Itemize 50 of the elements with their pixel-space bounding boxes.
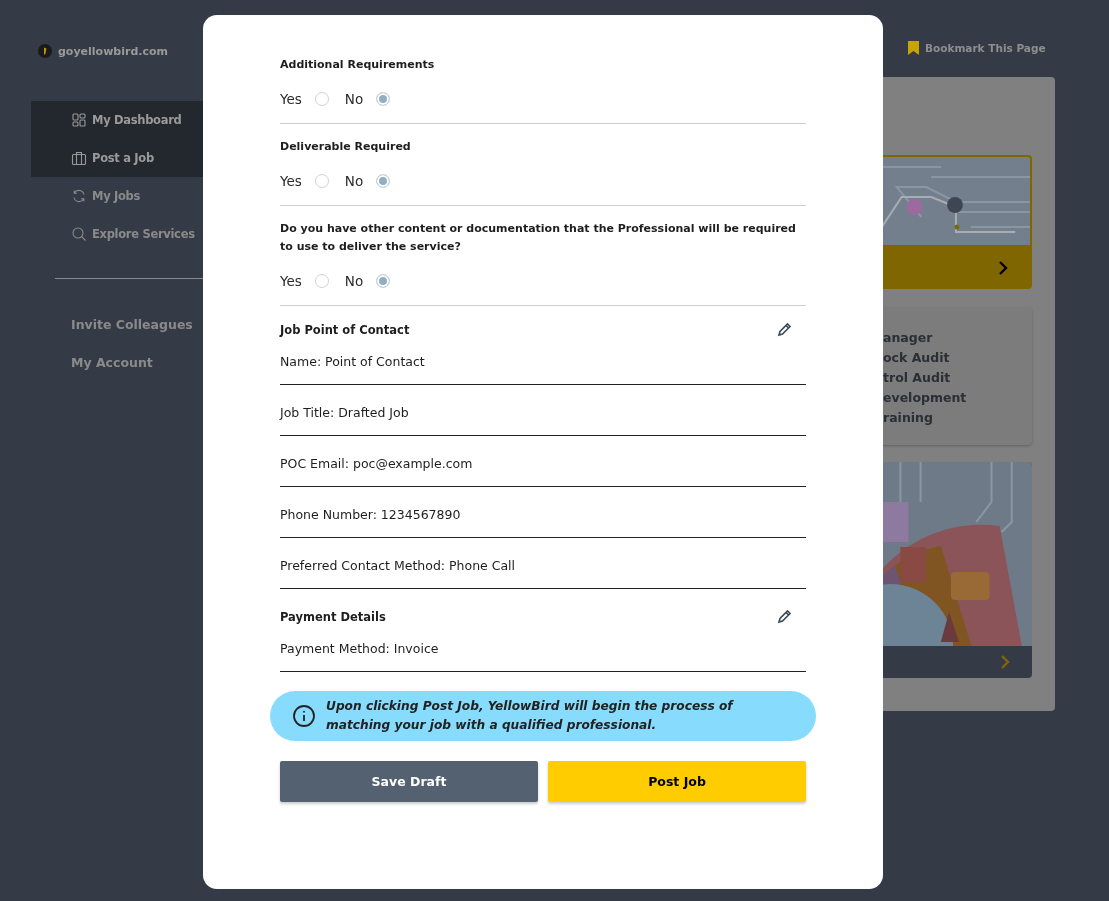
service-name: evelopment (883, 389, 968, 407)
option-label: Yes (280, 173, 302, 189)
service-name: trol Audit (883, 369, 952, 387)
sidebar-item[interactable]: Explore Services (31, 215, 203, 253)
sidebar-item[interactable]: My Jobs (31, 177, 203, 215)
save-draft-button[interactable]: Save Draft (280, 761, 538, 802)
briefcase-icon (71, 150, 87, 166)
option-label: Yes (280, 273, 302, 289)
field-value: Name: Point of Contact (280, 348, 806, 385)
field-value: Payment Method: Invoice (280, 635, 806, 672)
edit-icon[interactable] (776, 322, 792, 338)
field-value: Preferred Contact Method: Phone Call (280, 552, 806, 589)
sidebar-item[interactable]: Invite Colleagues (31, 305, 203, 343)
grid-icon (71, 112, 87, 128)
option-label: Yes (280, 91, 302, 107)
refresh-icon (71, 188, 87, 204)
radio-button[interactable] (376, 92, 391, 106)
radio-button[interactable] (314, 174, 329, 188)
sidebar-item[interactable]: My Account (31, 343, 203, 381)
info-message: Upon clicking Post Job, YellowBird will begin the process of matching your job with a qualified professional. (326, 698, 735, 734)
post-job-button[interactable]: Post Job (548, 761, 806, 802)
sidebar-item[interactable]: My Dashboard (31, 101, 203, 139)
option-label: No (344, 173, 364, 189)
option-label: No (344, 91, 364, 107)
info-icon (292, 704, 316, 728)
bookmark-link[interactable]: Bookmark This Page (925, 42, 1046, 54)
bird-logo-icon (38, 44, 52, 58)
bookmark-icon (908, 41, 919, 55)
radio-button[interactable] (376, 274, 391, 288)
field-value: POC Email: poc@example.com (280, 450, 806, 487)
radio-button[interactable] (314, 92, 329, 106)
question-label: Additional Requirements (280, 57, 436, 73)
edit-icon[interactable] (776, 609, 792, 625)
radio-button[interactable] (376, 174, 391, 188)
option-label: No (344, 273, 364, 289)
question-label: Do you have other content or documentation that the Professional will be required to use to deliver the service? (280, 221, 797, 255)
radio-button[interactable] (314, 274, 329, 288)
site-name[interactable]: goyellowbird.com (58, 44, 168, 58)
service-name: ock Audit (883, 349, 951, 367)
service-name: anager (883, 329, 934, 347)
chevron-right-icon (998, 261, 1008, 275)
service-name: raining (883, 409, 934, 427)
field-value: Job Title: Drafted Job (280, 399, 806, 436)
question-label: Deliverable Required (280, 139, 412, 155)
section-title: Job Point of Contact (280, 323, 410, 337)
search-icon (71, 226, 87, 242)
field-value: Phone Number: 1234567890 (280, 501, 806, 538)
chevron-right-icon (1000, 655, 1010, 669)
section-title: Payment Details (280, 610, 386, 624)
sidebar-item[interactable]: Post a Job (31, 139, 203, 177)
